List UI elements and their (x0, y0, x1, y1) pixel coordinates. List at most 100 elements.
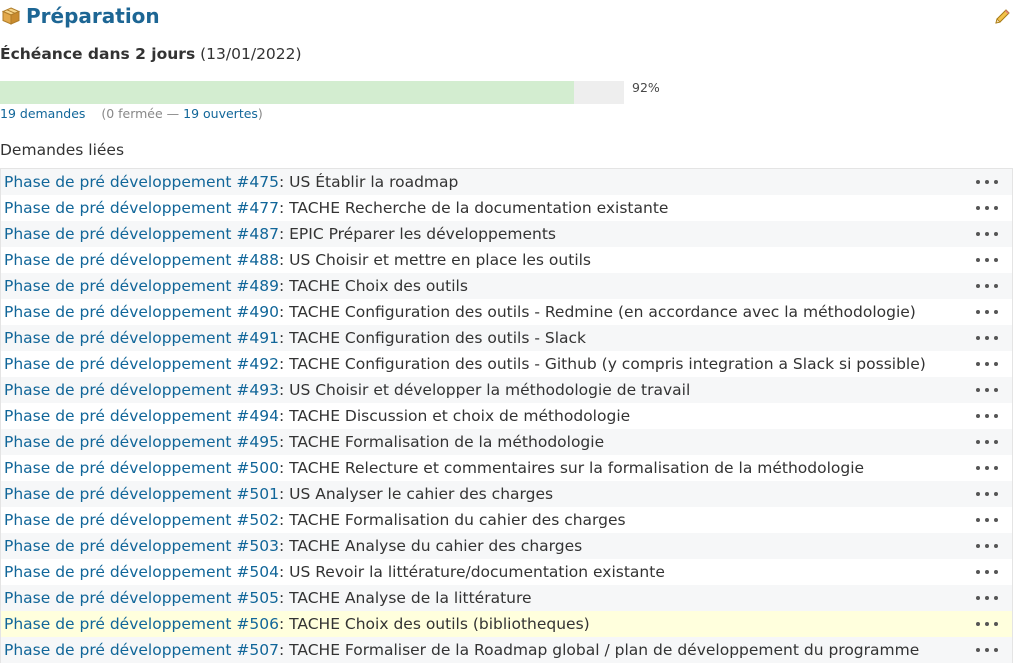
ellipsis-dot (994, 362, 998, 366)
table-row: Phase de pré développement #493: US Choi… (1, 377, 1012, 403)
ellipsis-dot (985, 232, 989, 236)
ellipsis-icon[interactable] (976, 429, 998, 455)
ellipsis-icon[interactable] (976, 195, 998, 221)
issue-link[interactable]: Phase de pré développement #488 (4, 251, 279, 269)
issue-link[interactable]: Phase de pré développement #500 (4, 459, 279, 477)
ellipsis-dot (976, 544, 980, 548)
issue-subject: : TACHE Recherche de la documentation ex… (278, 199, 669, 217)
issue-link[interactable]: Phase de pré développement #490 (4, 303, 279, 321)
ellipsis-icon[interactable] (976, 611, 998, 637)
ellipsis-dot (976, 518, 980, 522)
issue-link[interactable]: Phase de pré développement #487 (4, 225, 279, 243)
issue-subject: : TACHE Choix des outils (278, 277, 468, 295)
issue-subject: : US Revoir la littérature/documentation… (278, 563, 665, 581)
issue-link[interactable]: Phase de pré développement #501 (4, 485, 279, 503)
issue-link[interactable]: Phase de pré développement #503 (4, 537, 279, 555)
issue-text: Phase de pré développement #495: TACHE F… (4, 429, 604, 455)
table-row: Phase de pré développement #507: TACHE F… (1, 637, 1012, 663)
ellipsis-dot (985, 622, 989, 626)
issue-text: Phase de pré développement #492: TACHE C… (4, 351, 926, 377)
ellipsis-icon[interactable] (976, 351, 998, 377)
ellipsis-dot (994, 596, 998, 600)
issue-link[interactable]: Phase de pré développement #477 (4, 199, 279, 217)
issue-link[interactable]: Phase de pré développement #506 (4, 615, 279, 633)
issue-subject: : TACHE Choix des outils (bibliotheques) (278, 615, 590, 633)
ellipsis-dot (985, 180, 989, 184)
ellipsis-icon[interactable] (976, 169, 998, 195)
ellipsis-icon[interactable] (976, 455, 998, 481)
ellipsis-icon[interactable] (976, 273, 998, 299)
ellipsis-icon[interactable] (976, 559, 998, 585)
issue-text: Phase de pré développement #493: US Choi… (4, 377, 690, 403)
ellipsis-dot (985, 284, 989, 288)
ellipsis-icon[interactable] (976, 403, 998, 429)
ellipsis-dot (985, 570, 989, 574)
ellipsis-icon[interactable] (976, 585, 998, 611)
ellipsis-dot (994, 206, 998, 210)
ellipsis-dot (976, 570, 980, 574)
ellipsis-dot (985, 388, 989, 392)
ellipsis-dot (994, 284, 998, 288)
issue-link[interactable]: Phase de pré développement #495 (4, 433, 279, 451)
table-row: Phase de pré développement #491: TACHE C… (1, 325, 1012, 351)
issue-text: Phase de pré développement #487: EPIC Pr… (4, 221, 556, 247)
due-label: Échéance dans 2 jours (0, 45, 196, 63)
ellipsis-icon[interactable] (976, 247, 998, 273)
ellipsis-dot (994, 492, 998, 496)
issue-link[interactable]: Phase de pré développement #494 (4, 407, 279, 425)
ellipsis-icon[interactable] (976, 325, 998, 351)
ellipsis-dot (985, 206, 989, 210)
issue-subject: : US Choisir et développer la méthodolog… (278, 381, 691, 399)
ellipsis-dot (985, 492, 989, 496)
issue-subject: : TACHE Formalisation du cahier des char… (278, 511, 626, 529)
issue-text: Phase de pré développement #506: TACHE C… (4, 611, 590, 637)
version-header: Préparation (0, 4, 1015, 30)
issue-text: Phase de pré développement #500: TACHE R… (4, 455, 864, 481)
ellipsis-icon[interactable] (976, 221, 998, 247)
ellipsis-dot (976, 466, 980, 470)
ellipsis-icon[interactable] (976, 637, 998, 663)
issue-text: Phase de pré développement #502: TACHE F… (4, 507, 626, 533)
table-row: Phase de pré développement #500: TACHE R… (1, 455, 1012, 481)
issue-link[interactable]: Phase de pré développement #504 (4, 563, 279, 581)
all-issues-link[interactable]: 19 demandes (0, 106, 85, 121)
issue-link[interactable]: Phase de pré développement #505 (4, 589, 279, 607)
issue-text: Phase de pré développement #504: US Revo… (4, 559, 665, 585)
ellipsis-icon[interactable] (976, 481, 998, 507)
ellipsis-icon[interactable] (976, 377, 998, 403)
ellipsis-dot (976, 492, 980, 496)
table-row: Phase de pré développement #477: TACHE R… (1, 195, 1012, 221)
progress-bar-fill (0, 81, 575, 104)
issue-text: Phase de pré développement #494: TACHE D… (4, 403, 630, 429)
pencil-icon[interactable] (993, 8, 1011, 26)
ellipsis-dot (994, 648, 998, 652)
ellipsis-dot (976, 388, 980, 392)
open-issues-link[interactable]: 19 ouvertes (183, 106, 258, 121)
issue-subject: : US Choisir et mettre en place les outi… (278, 251, 592, 269)
issue-text: Phase de pré développement #488: US Choi… (4, 247, 591, 273)
issue-link[interactable]: Phase de pré développement #491 (4, 329, 279, 347)
issue-subject: : TACHE Formalisation de la méthodologie (278, 433, 605, 451)
page-title: Préparation (26, 4, 160, 28)
issue-subject: : TACHE Configuration des outils - Slack (278, 329, 586, 347)
ellipsis-icon[interactable] (976, 299, 998, 325)
issue-link[interactable]: Phase de pré développement #493 (4, 381, 279, 399)
issue-subject: : US Analyser le cahier des charges (278, 485, 554, 503)
ellipsis-dot (976, 232, 980, 236)
ellipsis-dot (976, 180, 980, 184)
ellipsis-icon[interactable] (976, 533, 998, 559)
issue-link[interactable]: Phase de pré développement #489 (4, 277, 279, 295)
table-row: Phase de pré développement #504: US Revo… (1, 559, 1012, 585)
ellipsis-dot (976, 648, 980, 652)
issue-link[interactable]: Phase de pré développement #502 (4, 511, 279, 529)
table-row: Phase de pré développement #489: TACHE C… (1, 273, 1012, 299)
ellipsis-icon[interactable] (976, 507, 998, 533)
issue-link[interactable]: Phase de pré développement #475 (4, 173, 279, 191)
closed-count: (0 fermée — (101, 106, 184, 121)
issue-link[interactable]: Phase de pré développement #492 (4, 355, 279, 373)
issue-subject: : TACHE Analyse de la littérature (278, 589, 532, 607)
ellipsis-dot (976, 336, 980, 340)
issue-link[interactable]: Phase de pré développement #507 (4, 641, 279, 659)
issue-text: Phase de pré développement #491: TACHE C… (4, 325, 586, 351)
ellipsis-dot (994, 466, 998, 470)
